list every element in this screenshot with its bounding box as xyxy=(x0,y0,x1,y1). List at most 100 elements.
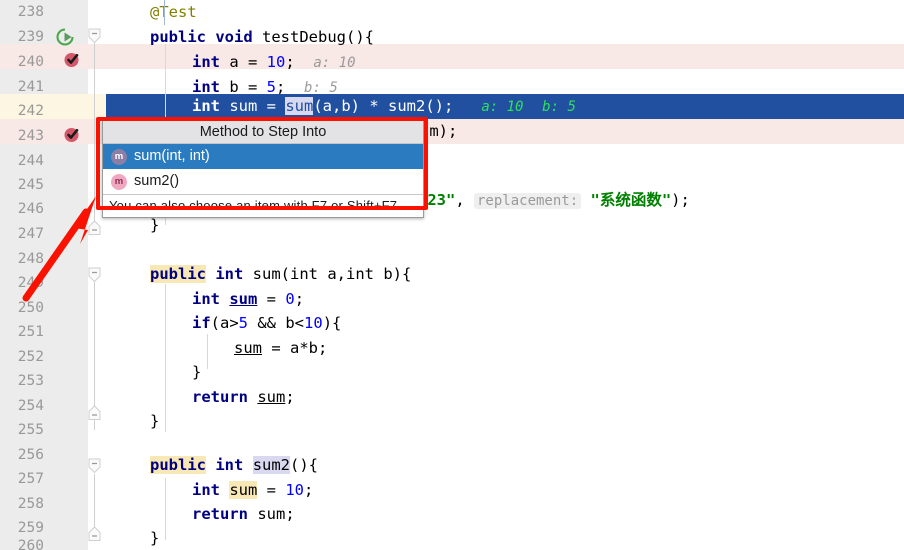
brace-255: } xyxy=(150,412,160,430)
line-number-239: 239 xyxy=(17,29,44,45)
line-number-241: 241 xyxy=(17,79,44,95)
expr-242: sum = xyxy=(220,97,286,115)
code-line-260: } xyxy=(150,526,159,550)
ide-editor-window: 238 239 240 241 242 243 244 245 246 247 … xyxy=(0,0,904,550)
code-line-251: if(a>5 && b<10){ xyxy=(192,311,341,336)
var-sum-254: sum xyxy=(257,388,286,406)
line-number-254: 254 xyxy=(17,398,44,414)
code-line-257: public int sum2(){ xyxy=(150,453,318,478)
line-number-258: 258 xyxy=(17,496,44,512)
line-number-252: 252 xyxy=(17,349,44,365)
expr-240: a = xyxy=(220,53,267,71)
code-line-239: public void testDebug(){ xyxy=(150,25,374,50)
num-250: 0 xyxy=(285,290,295,308)
highlighted-call-sum[interactable]: sum xyxy=(285,97,314,115)
code-line-259: return sum; xyxy=(192,502,295,527)
fold-marker-239[interactable] xyxy=(88,28,101,44)
row-bg-240 xyxy=(0,44,904,69)
method-icon: m xyxy=(111,173,127,190)
indent-guide-selected xyxy=(164,0,165,25)
popup-shortcut-hint: You can also choose an item with F7 or S… xyxy=(103,194,423,217)
kw-int-258: int xyxy=(192,481,220,499)
fold-marker-257[interactable] xyxy=(88,458,101,474)
kw-void-239: void xyxy=(215,28,253,46)
code-line-238: @Test xyxy=(150,0,197,25)
fold-marker-255[interactable] xyxy=(88,405,101,420)
line-number-256: 256 xyxy=(17,447,44,463)
cond-a-251: (a> xyxy=(210,314,239,332)
code-line-252: sum = a*b; xyxy=(234,336,327,361)
code-line-258: int sum = 10; xyxy=(192,478,313,503)
line-number-260: 260 xyxy=(17,538,44,550)
inline-hint-242-a: a: 10 xyxy=(481,99,524,115)
popup-title: Method to Step Into xyxy=(103,121,423,144)
semi-254: ; xyxy=(285,388,295,406)
call-sum2-242: sum2(); xyxy=(388,97,454,115)
inline-hint-240: a: 10 xyxy=(313,55,356,71)
fold-marker-249[interactable] xyxy=(88,267,101,283)
line-number-244: 244 xyxy=(17,153,44,169)
kw-public-249: public xyxy=(150,265,206,283)
code-line-253: } xyxy=(192,360,201,385)
line-number-245: 245 xyxy=(17,177,44,193)
var-sum-250: sum xyxy=(229,290,258,308)
code-line-250: int sum = 0; xyxy=(192,287,304,312)
eq-258: = xyxy=(257,481,286,499)
method-to-step-into-popup[interactable]: Method to Step Into m sum(int, int) m su… xyxy=(102,120,424,218)
assign-252: = a*b; xyxy=(262,339,328,357)
brace-253: } xyxy=(192,363,202,381)
line-number-242: 242 xyxy=(17,103,44,119)
popup-item-sum-int-int[interactable]: m sum(int, int) xyxy=(103,144,423,169)
kw-public-239: public xyxy=(150,28,206,46)
line-number-248: 248 xyxy=(17,251,44,267)
sig-249: sum(int a,int b){ xyxy=(243,265,412,283)
breakpoint-verified-icon-240[interactable] xyxy=(62,48,84,70)
num1-251: 5 xyxy=(238,314,249,332)
tail-243: um); xyxy=(420,122,458,140)
line-number-251: 251 xyxy=(17,324,44,340)
semi-240: ; xyxy=(285,53,295,71)
indent-guide-2 xyxy=(165,284,166,432)
kw-int-242: int xyxy=(192,97,220,115)
code-line-255: } xyxy=(150,409,159,434)
breakpoint-verified-icon-243[interactable] xyxy=(62,123,84,145)
num-258: 10 xyxy=(285,481,305,499)
line-number-249: 249 xyxy=(17,275,44,291)
kw-int-240: int xyxy=(192,53,220,71)
run-test-icon[interactable] xyxy=(54,26,76,48)
kw-public-257: public xyxy=(150,456,206,474)
line-number-240: 240 xyxy=(17,54,44,70)
code-line-240: int a = 10; a: 10 xyxy=(192,50,356,75)
fold-marker-247[interactable] xyxy=(88,220,101,235)
sig-239: testDebug(){ xyxy=(252,28,374,46)
brace-260: } xyxy=(150,529,160,547)
kw-if-251: if xyxy=(192,314,211,332)
popup-item-sum2[interactable]: m sum2() xyxy=(103,169,423,194)
param-hint-246: replacement: xyxy=(474,193,582,209)
op-242: * xyxy=(360,97,388,115)
method-name-sum2: sum2 xyxy=(252,456,291,474)
kw-return-259: return xyxy=(192,505,248,523)
execution-pointer-bar xyxy=(109,0,112,25)
num-240: 10 xyxy=(266,53,286,71)
str-cn-246: "系统函数" xyxy=(590,191,672,209)
popup-item-label: sum(int, int) xyxy=(134,148,210,164)
cond-b-251: && b< xyxy=(248,314,305,332)
line-number-243: 243 xyxy=(17,128,44,144)
brace-247: } xyxy=(150,216,160,234)
num2-251: 10 xyxy=(304,314,323,332)
line-number-238: 238 xyxy=(17,4,44,20)
line-number-253: 253 xyxy=(17,373,44,389)
fold-marker-260[interactable] xyxy=(88,526,101,541)
close-246: ); xyxy=(671,191,690,209)
kw-return-254: return xyxy=(192,388,248,406)
kw-int-250: int xyxy=(192,290,220,308)
cond-end-251: ){ xyxy=(322,314,342,332)
code-line-249: public int sum(int a,int b){ xyxy=(150,262,411,287)
code-line-254: return sum; xyxy=(192,385,295,410)
line-number-257: 257 xyxy=(17,471,44,487)
line-number-247: 247 xyxy=(17,226,44,242)
semi-258: ; xyxy=(304,481,314,499)
indent-guide-3 xyxy=(207,334,208,369)
var-sum-258: sum xyxy=(229,481,258,499)
